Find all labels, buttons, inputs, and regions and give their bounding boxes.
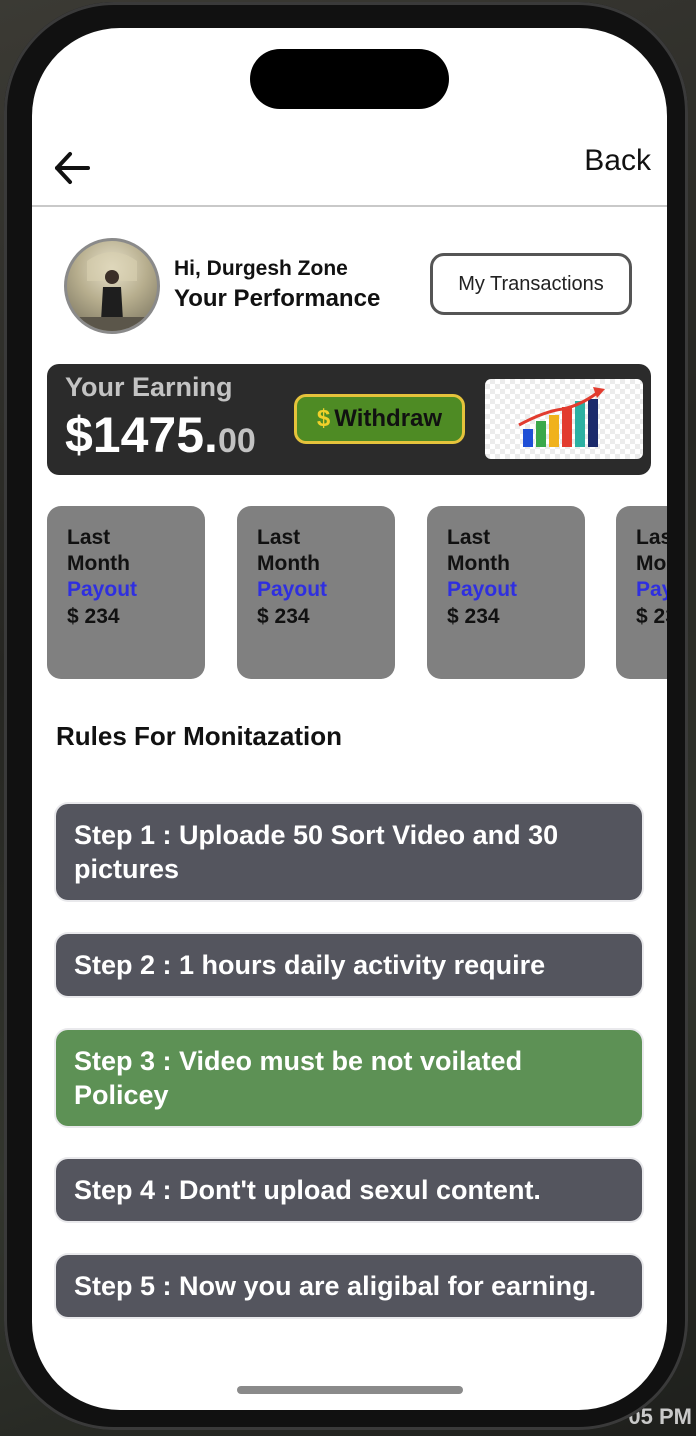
payout-label: Payout <box>67 578 138 601</box>
rule-step-5[interactable]: Step 5 : Now you are aligibal for earnin… <box>56 1255 642 1317</box>
back-arrow-icon[interactable] <box>52 148 92 188</box>
phone-frame: Back Hi, Durgesh Zone Your Performance M… <box>4 2 688 1430</box>
person-photo-icon <box>75 252 149 331</box>
payout-amount: $ 234 <box>636 605 667 628</box>
rule-step-3[interactable]: Step 3 : Video must be not voilated Poli… <box>56 1030 642 1126</box>
earning-amount: $1475.00 <box>65 406 256 464</box>
earning-amount-cents: 00 <box>217 422 256 460</box>
payout-line2: Month <box>257 552 320 575</box>
rule-step-1[interactable]: Step 1 : Uploade 50 Sort Video and 30 pi… <box>56 804 642 900</box>
earning-label: Your Earning <box>65 372 233 402</box>
earning-amount-main: $1475. <box>65 407 218 463</box>
performance-title: Your Performance <box>174 285 381 312</box>
payout-line2: Month <box>636 552 667 575</box>
payout-label: Payout <box>636 578 667 601</box>
dynamic-island <box>250 49 449 109</box>
withdraw-label: Withdraw <box>334 405 443 432</box>
greeting-text: Hi, Durgesh Zone <box>174 257 348 280</box>
withdraw-button[interactable]: $ Withdraw <box>294 394 465 444</box>
payout-card[interactable]: Last Month Payout $ 234 <box>616 506 667 679</box>
rule-step-4[interactable]: Step 4 : Dont't upload sexul content. <box>56 1159 642 1221</box>
avatar[interactable] <box>64 238 160 334</box>
payout-label: Payout <box>447 578 518 601</box>
payout-amount: $ 234 <box>67 605 120 628</box>
growth-chart-icon <box>485 379 643 459</box>
my-transactions-button[interactable]: My Transactions <box>430 253 632 315</box>
payout-label: Payout <box>257 578 328 601</box>
payout-line2: Month <box>67 552 130 575</box>
payout-carousel[interactable]: Last Month Payout $ 234 Last Month Payou… <box>47 506 667 681</box>
back-button[interactable]: Back <box>584 144 651 178</box>
payout-line1: Last <box>636 526 667 549</box>
rule-step-2[interactable]: Step 2 : 1 hours daily activity require <box>56 934 642 996</box>
payout-amount: $ 234 <box>257 605 310 628</box>
earning-card: Your Earning $1475.00 $ Withdraw <box>47 364 651 475</box>
dollar-icon: $ <box>316 405 331 432</box>
payout-line1: Last <box>257 526 301 549</box>
payout-line2: Month <box>447 552 510 575</box>
payout-card[interactable]: Last Month Payout $ 234 <box>427 506 585 679</box>
home-indicator[interactable] <box>237 1386 463 1394</box>
payout-card[interactable]: Last Month Payout $ 234 <box>237 506 395 679</box>
bar-chart-icon <box>518 387 605 447</box>
payout-card[interactable]: Last Month Payout $ 234 <box>47 506 205 679</box>
rules-title: Rules For Monitazation <box>56 721 342 751</box>
app-screen: Back Hi, Durgesh Zone Your Performance M… <box>32 28 667 1410</box>
payout-amount: $ 234 <box>447 605 500 628</box>
navigation-bar: Back <box>32 128 667 207</box>
payout-line1: Last <box>447 526 491 549</box>
payout-line1: Last <box>67 526 111 549</box>
